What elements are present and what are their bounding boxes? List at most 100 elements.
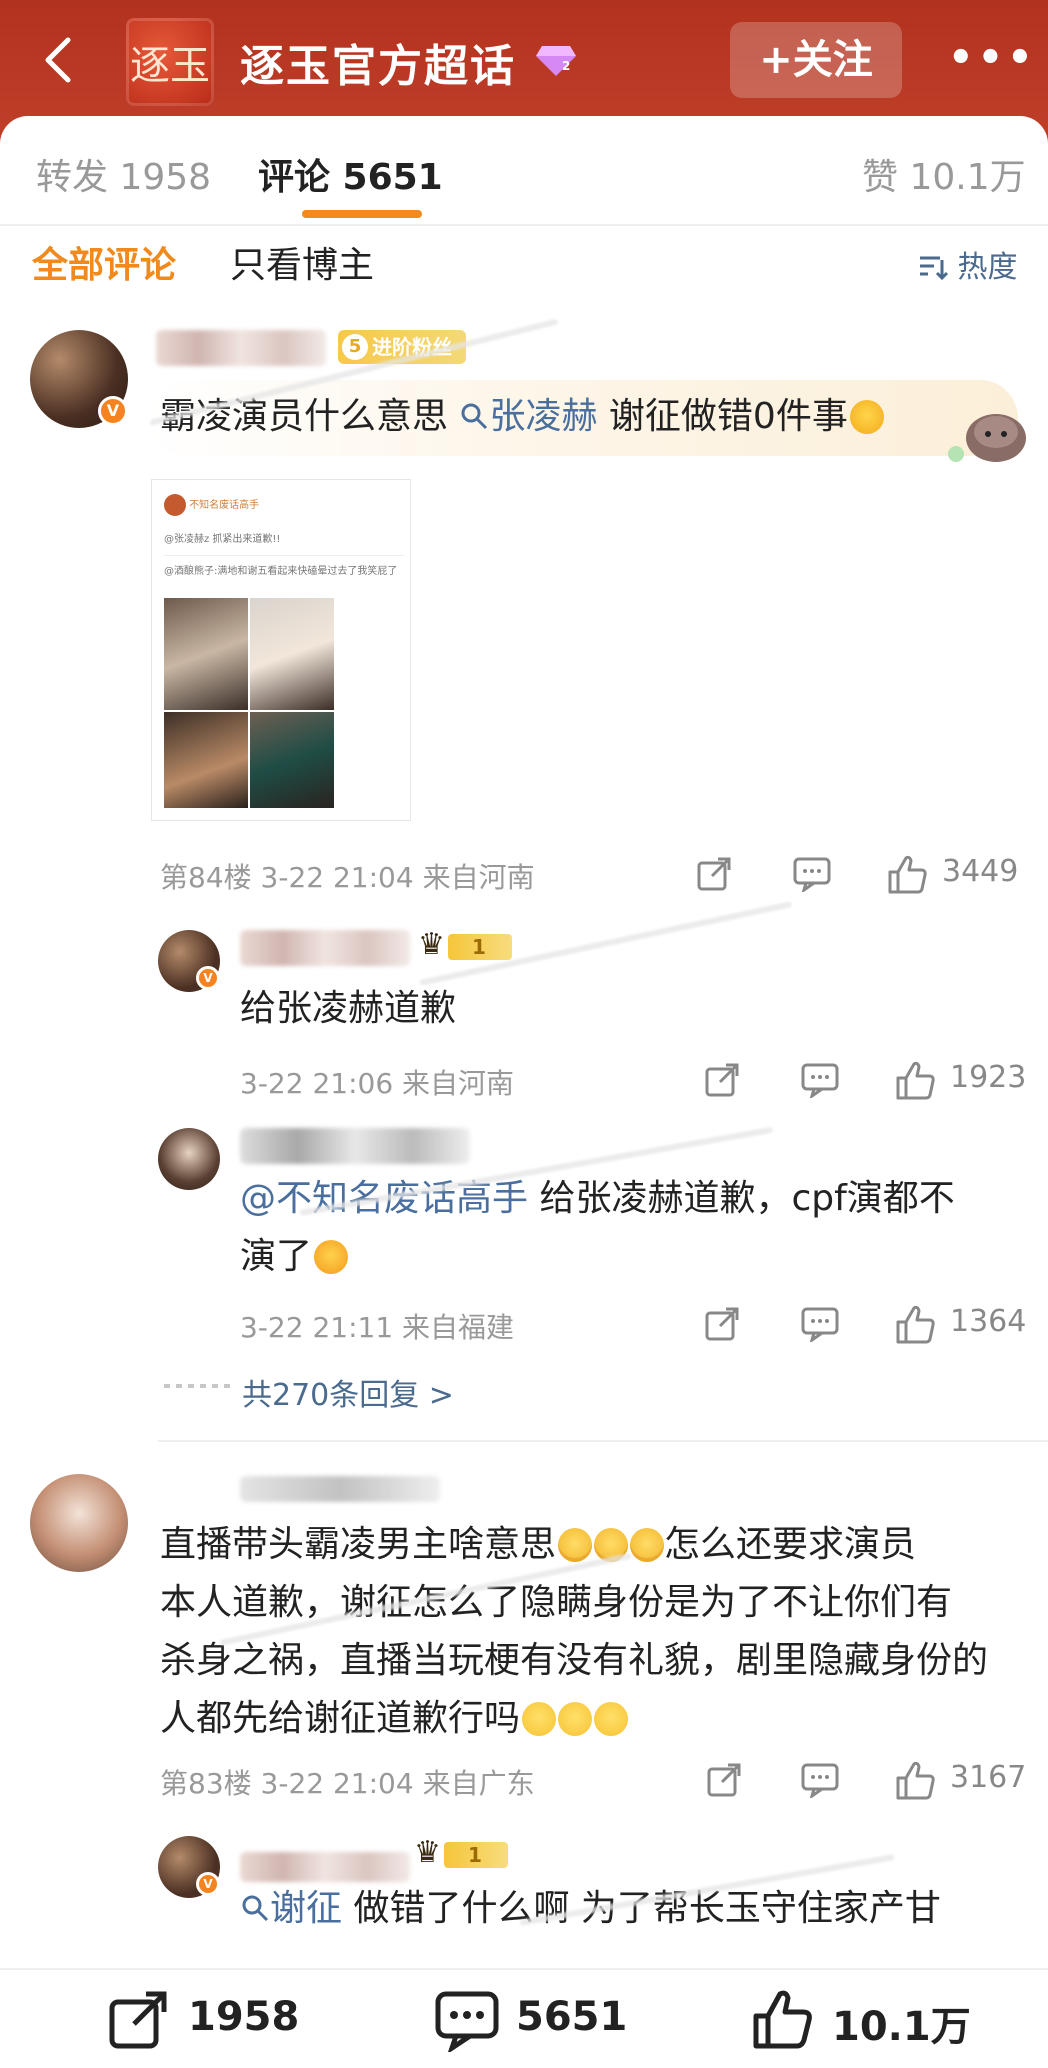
comment-text-part: 谢征做错0件事 [597, 396, 848, 437]
active-tab-indicator [302, 210, 422, 218]
more-replies-dots [164, 1384, 236, 1388]
diamond-gem-icon: 2 [536, 46, 576, 76]
like-count: 1923 [950, 1060, 1027, 1095]
embedded-line-1: @张凌赫z 抓紧出来道歉!! [164, 534, 281, 545]
comment-text-part: 本人道歉，谢征怎么了隐瞒身份是为了不让你们有 [160, 1582, 953, 1623]
follow-button[interactable]: +关注 [730, 22, 902, 98]
verified-badge-icon: V [196, 966, 220, 990]
more-options-button[interactable]: ••• [948, 36, 1033, 80]
tab-likes[interactable]: 赞 10.1万 [862, 148, 1026, 200]
reply-button[interactable] [792, 856, 832, 896]
comment-icon [801, 1063, 839, 1098]
flushed-emoji-icon [558, 1528, 593, 1562]
comment-icon [793, 857, 831, 892]
svg-text:2: 2 [562, 59, 570, 73]
like-count: 3449 [942, 854, 1019, 889]
tab-comments[interactable]: 评论 5651 [258, 148, 443, 200]
tab-reposts[interactable]: 转发 1958 [36, 148, 211, 200]
reply-button[interactable] [800, 1306, 840, 1346]
comment-text-part: 人都先给谢征道歉行吗 [160, 1698, 521, 1739]
embedded-photo [164, 712, 248, 808]
thumbs-up-icon [753, 1990, 812, 2049]
back-button[interactable] [30, 30, 90, 90]
thumbs-up-icon [896, 1061, 935, 1100]
like-count: 3167 [950, 1760, 1027, 1795]
smile-emoji-icon [594, 1702, 629, 1736]
reply-meta: 3-22 21:06 来自河南 [240, 1067, 515, 1100]
username-blurred[interactable] [240, 1476, 440, 1502]
topic-link-text: 张凌赫 [489, 396, 598, 437]
thumbs-up-icon [896, 1305, 935, 1344]
crown-fan-badge: ♛ 1 [418, 928, 514, 964]
reply-button[interactable] [800, 1062, 840, 1102]
comment-divider [158, 1440, 1048, 1442]
reply-text: @不知名废话高手 给张凌赫道歉，cpf演都不 演了 [240, 1170, 1010, 1286]
topic-link-text: 谢征 [270, 1888, 343, 1929]
crown-fan-badge: ♛ 1 [414, 1836, 510, 1872]
like-button[interactable]: 1923 [894, 1058, 1034, 1100]
username-blurred[interactable] [240, 1852, 410, 1882]
filter-owner-only[interactable]: 只看博主 [230, 236, 374, 288]
comment-icon [801, 1307, 839, 1342]
repost-count: 1958 [188, 1994, 300, 2040]
comment-image[interactable]: 不知名废话高手 @张凌赫z 抓紧出来道歉!! @酒酿熊子:满地和谢五看起来快磕晕… [152, 480, 410, 820]
repost-button[interactable]: 1958 [106, 1988, 306, 2052]
reply-meta: 3-22 21:11 来自福建 [240, 1311, 515, 1344]
like-count: 1364 [950, 1304, 1027, 1339]
share-button[interactable] [696, 856, 736, 896]
bottom-action-bar: 1958 5651 10.1万 [0, 1968, 1048, 2068]
share-button[interactable] [704, 1306, 744, 1346]
share-button[interactable] [706, 1762, 746, 1802]
embedded-photo [250, 712, 334, 808]
like-post-button[interactable]: 10.1万 [750, 1988, 1000, 2052]
reply-text-part: 演了 [240, 1236, 313, 1277]
supertopic-logo[interactable]: 逐玉 [126, 18, 214, 106]
topic-link[interactable]: 谢征 [240, 1888, 342, 1929]
tabs-divider [0, 224, 1048, 226]
like-button[interactable]: 3167 [894, 1758, 1034, 1800]
repost-icon [109, 1991, 167, 2049]
page-title: 逐玉官方超话 [240, 41, 516, 92]
sort-by-hot-button[interactable]: 热度 [918, 242, 1018, 286]
fan-level-number: 5 [342, 334, 368, 360]
share-button[interactable] [704, 1062, 744, 1102]
flushed-emoji-icon [630, 1528, 665, 1562]
sort-icon [920, 256, 949, 281]
smile-emoji-icon [522, 1702, 557, 1736]
thumbs-up-icon [896, 1761, 935, 1800]
search-icon [242, 1895, 269, 1922]
comment-text-part: 直播带头霸凌男主啥意思 [160, 1524, 557, 1565]
angry-emoji-icon [314, 1240, 349, 1274]
reply-button[interactable] [800, 1762, 840, 1802]
reply-text: 给张凌赫道歉 [240, 988, 457, 1029]
crying-emoji-icon [849, 400, 884, 434]
sheep-sticker-icon [948, 414, 1026, 462]
search-icon [461, 403, 488, 430]
thumbs-up-icon [888, 855, 927, 894]
comment-button[interactable]: 5651 [434, 1988, 634, 2052]
embedded-post-header: 不知名废话高手 @张凌赫z 抓紧出来道歉!! @酒酿熊子:满地和谢五看起来快磕晕… [164, 494, 404, 577]
crown-level: 1 [444, 1842, 508, 1868]
smile-emoji-icon [558, 1702, 593, 1736]
like-button[interactable]: 1364 [894, 1302, 1034, 1344]
share-icon [705, 1307, 739, 1341]
like-button[interactable]: 3449 [886, 852, 1026, 894]
username-blurred[interactable] [156, 330, 326, 366]
embedded-photo [250, 598, 334, 710]
topic-link[interactable]: 张凌赫 [459, 396, 597, 437]
username-blurred[interactable] [240, 930, 410, 966]
avatar[interactable] [30, 1474, 128, 1572]
filter-all-comments[interactable]: 全部评论 [32, 236, 176, 288]
comment-meta: 第83楼 3-22 21:04 来自广东 [160, 1767, 535, 1800]
username-blurred[interactable] [240, 1128, 470, 1164]
share-icon [697, 857, 731, 891]
view-more-replies-link[interactable]: 共270条回复 > [242, 1370, 454, 1414]
comment-meta: 第84楼 3-22 21:04 来自河南 [160, 861, 535, 894]
comment-text-part: 杀身之祸，直播当玩梗有没有礼貌，剧里隐藏身份的 [160, 1640, 989, 1681]
avatar[interactable] [158, 1128, 220, 1190]
sort-label: 热度 [957, 250, 1018, 285]
embedded-username: 不知名废话高手 [189, 500, 260, 511]
share-icon [707, 1763, 741, 1797]
comment-text: 霸凌演员什么意思 张凌赫 谢征做错0件事 [160, 388, 884, 446]
comment-icon [435, 1991, 499, 2052]
